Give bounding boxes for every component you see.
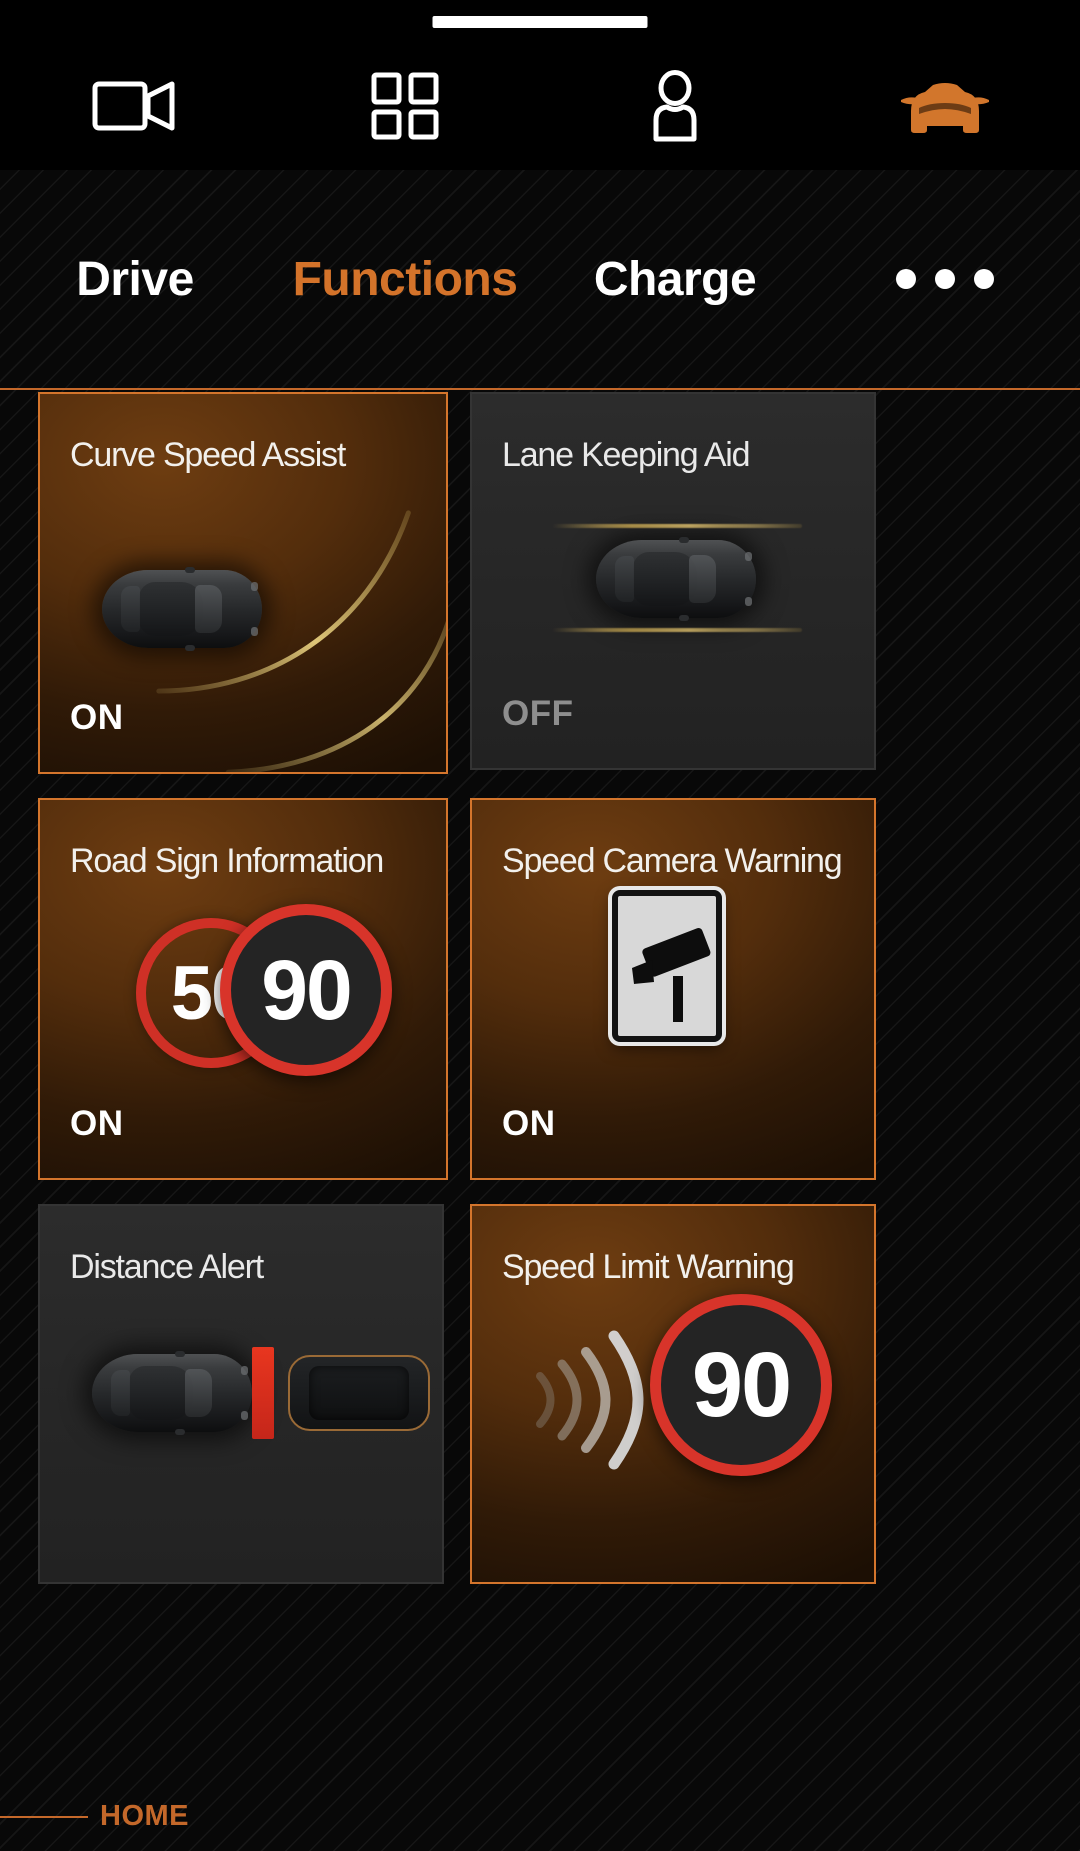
lane-line-bottom <box>552 628 802 632</box>
dot-icon <box>935 269 955 289</box>
nav-vehicle-button[interactable] <box>810 58 1080 158</box>
grid-apps-icon <box>371 72 439 145</box>
card-status-label: ON <box>70 1104 124 1143</box>
card-lane-keeping-aid[interactable]: Lane Keeping Aid OFF <box>470 392 876 770</box>
vehicle-top-view-icon <box>92 1351 252 1435</box>
tab-underline <box>0 388 1080 390</box>
card-speed-camera-warning[interactable]: Speed Camera Warning ON <box>470 798 876 1180</box>
card-title: Curve Speed Assist <box>70 436 346 474</box>
more-options-button[interactable] <box>810 269 1080 289</box>
speed-limit-sign-50: 50 <box>136 918 286 1068</box>
card-title: Speed Limit Warning <box>502 1248 795 1286</box>
card-road-sign-information[interactable]: 50 90 Road Sign Information ON <box>38 798 448 1180</box>
vehicle-ahead-outline-icon <box>288 1355 430 1431</box>
lane-line-top <box>552 524 802 528</box>
nav-camera-button[interactable] <box>0 58 270 158</box>
car-front-icon <box>899 78 991 139</box>
tab-drive[interactable]: Drive <box>0 252 270 307</box>
vehicle-top-view-icon <box>102 567 262 651</box>
card-distance-alert[interactable]: Distance Alert <box>38 1204 444 1584</box>
video-camera-icon <box>92 78 178 139</box>
card-title: Speed Camera Warning <box>502 842 843 880</box>
nav-profile-button[interactable] <box>540 58 810 158</box>
vehicle-top-view-icon <box>596 537 756 621</box>
speed-limit-sign-90: 90 <box>650 1294 832 1476</box>
section-tabs: Drive Functions Charge <box>0 170 1080 390</box>
card-curve-speed-assist[interactable]: Curve Speed Assist ON <box>38 392 448 774</box>
top-navigation <box>0 58 1080 158</box>
bottom-home-bar: HOME <box>0 1777 1080 1851</box>
card-status-label: ON <box>70 698 124 737</box>
card-speed-limit-warning[interactable]: 90 Speed Limit Warning <box>470 1204 876 1584</box>
top-status-bar <box>0 0 1080 170</box>
card-status-label: ON <box>502 1104 556 1143</box>
home-accent-line <box>0 1816 88 1818</box>
card-title: Distance Alert <box>70 1248 264 1286</box>
distance-warning-bar <box>252 1347 274 1439</box>
user-profile-icon <box>645 69 705 147</box>
card-status-label: OFF <box>502 694 574 733</box>
speed-limit-sign-90: 90 <box>220 904 392 1076</box>
tab-functions[interactable]: Functions <box>270 252 540 307</box>
card-title: Lane Keeping Aid <box>502 436 751 474</box>
home-button[interactable]: HOME <box>100 1800 189 1833</box>
dot-icon <box>974 269 994 289</box>
dot-icon <box>896 269 916 289</box>
speed-camera-sign-icon <box>612 890 722 1042</box>
nav-apps-button[interactable] <box>270 58 540 158</box>
status-pill-indicator <box>432 16 648 28</box>
signal-waves-icon <box>536 1330 644 1470</box>
card-title: Road Sign Information <box>70 842 384 880</box>
function-card-grid: Curve Speed Assist ON Lane Keeping Aid O… <box>0 392 1080 1782</box>
tab-charge[interactable]: Charge <box>540 252 810 307</box>
